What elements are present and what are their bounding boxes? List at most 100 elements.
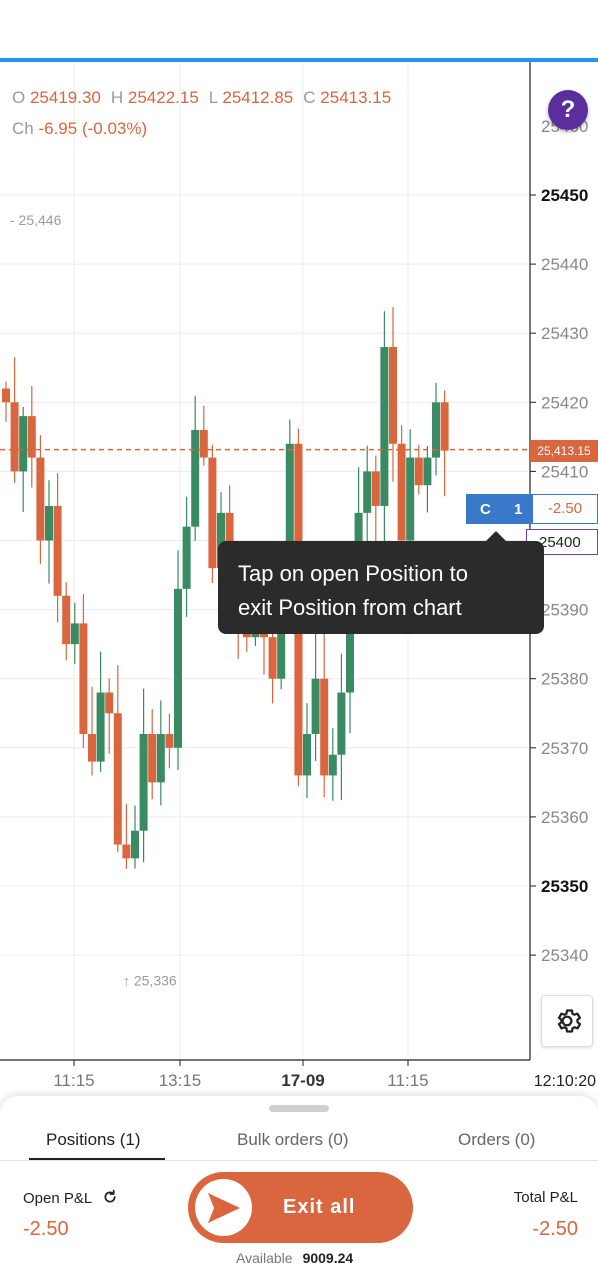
tooltip-arrow <box>486 531 506 541</box>
candle-body-37 <box>320 678 329 776</box>
tab-divider <box>0 1160 598 1161</box>
candle-body-14 <box>122 844 131 859</box>
change-readout: Ch -6.95 (-0.03%) <box>12 119 147 139</box>
sheet-drag-handle[interactable] <box>269 1105 329 1112</box>
candle-body-45 <box>389 347 397 444</box>
chart-settings-button[interactable] <box>541 995 593 1047</box>
time-label: 12:10:20 <box>534 1073 596 1090</box>
x-tick-label-0: 11:15 <box>53 1071 94 1090</box>
high-marker-label: - 25,446 <box>10 212 62 228</box>
candle-body-39 <box>337 692 346 755</box>
change-label: Ch <box>12 119 34 138</box>
ohlc-readout: O 25419.30 H 25422.15 L 25412.85 C 25413.15 <box>12 88 401 108</box>
y-tick-label-4: 25410 <box>541 462 588 481</box>
low-label: L <box>208 88 218 107</box>
exit-all-label: Exit all <box>283 1196 356 1218</box>
tab-bulk-orders[interactable]: Bulk orders (0) <box>237 1130 348 1150</box>
current-price-tag: 25,413.15 <box>530 440 598 462</box>
candle-body-51 <box>440 402 449 451</box>
candle-body-1 <box>10 402 19 472</box>
gear-icon <box>557 1009 582 1033</box>
low-value: 25412.85 <box>222 88 294 107</box>
candle-body-24 <box>208 457 217 569</box>
candle-body-0 <box>2 388 10 403</box>
onboarding-tooltip[interactable]: Tap on open Position to exit Position fr… <box>218 531 544 634</box>
candle-body-20 <box>174 588 182 748</box>
total-pnl-label: Total P&L <box>513 1189 578 1206</box>
candle-body-43 <box>371 471 380 506</box>
candle-body-38 <box>328 754 337 776</box>
refresh-icon[interactable] <box>102 1189 118 1205</box>
send-arrow-icon <box>208 1193 240 1223</box>
candle-body-4 <box>36 457 45 541</box>
candle-body-17 <box>148 733 157 783</box>
y-tick-label-7: 25380 <box>541 670 588 689</box>
candle-body-13 <box>113 713 122 845</box>
candle-body-49 <box>423 457 432 486</box>
position-pnl: -2.50 <box>532 494 598 524</box>
y-tick-label-0: 25450 <box>541 186 588 205</box>
position-qty: 1 <box>514 501 523 518</box>
candle-body-2 <box>19 416 28 472</box>
candle-body-9 <box>79 623 88 734</box>
candle-body-18 <box>156 733 165 783</box>
total-pnl-value: -2.50 <box>532 1218 578 1240</box>
candle-body-22 <box>191 429 200 527</box>
candle-body-10 <box>88 733 96 762</box>
available-value: 9009.24 <box>302 1250 354 1266</box>
help-button[interactable]: ? <box>548 90 588 130</box>
open-pnl-label: Open P&L <box>23 1189 118 1207</box>
tab-orders[interactable]: Orders (0) <box>458 1130 535 1150</box>
y-tick-label-2: 25430 <box>541 324 588 343</box>
high-label: H <box>110 88 124 107</box>
candle-body-12 <box>105 692 114 714</box>
candle-body-8 <box>70 623 79 645</box>
candle-body-36 <box>311 678 320 734</box>
tab-positions[interactable]: Positions (1) <box>46 1130 140 1150</box>
y-tick-label-11: 25340 <box>541 946 588 965</box>
low-marker-label: ↑ 25,336 <box>123 972 177 988</box>
position-marker[interactable]: C 1 -2.50 <box>466 494 598 524</box>
exit-slider-knob[interactable] <box>195 1179 252 1236</box>
available-label: Available <box>236 1250 293 1266</box>
candle-body-23 <box>199 429 208 458</box>
x-tick-label-2: 17-09 <box>281 1071 324 1090</box>
y-tick-label-3: 25420 <box>541 393 588 412</box>
tooltip-line-2: exit Position from chart <box>238 595 462 620</box>
tooltip-line-1: Tap on open Position to <box>238 561 468 586</box>
candle-body-21 <box>182 526 191 589</box>
app-top-bar <box>0 0 598 58</box>
x-tick-label-1: 13:15 <box>159 1071 202 1090</box>
y-tick-label-9: 25360 <box>541 808 588 827</box>
x-tick-label-3: 11:15 <box>387 1071 428 1090</box>
candle-body-16 <box>139 733 148 831</box>
candle-body-7 <box>62 595 71 645</box>
close-value: 25413.15 <box>320 88 392 107</box>
available-balance: Available 9009.24 <box>236 1250 353 1266</box>
help-icon: ? <box>560 96 576 123</box>
candle-body-19 <box>165 733 174 748</box>
exit-all-button[interactable]: Exit all <box>188 1172 413 1243</box>
close-label: C <box>303 88 316 107</box>
close-position-label: C <box>480 501 491 518</box>
position-close-button[interactable]: C 1 <box>466 494 532 524</box>
candle-body-35 <box>303 733 311 776</box>
y-tick-label-8: 25370 <box>541 739 588 758</box>
candle-body-11 <box>96 692 105 762</box>
candle-body-42 <box>363 471 372 513</box>
open-pnl-text: Open P&L <box>23 1190 92 1207</box>
open-value: 25419.30 <box>29 88 101 107</box>
y-tick-label-1: 25440 <box>541 255 588 274</box>
change-value: -6.95 (-0.03%) <box>38 119 148 138</box>
open-label: O <box>12 88 26 107</box>
high-value: 25422.15 <box>127 88 199 107</box>
candle-body-48 <box>414 457 423 486</box>
y-tick-label-10: 25350 <box>541 877 588 896</box>
open-pnl-value: -2.50 <box>23 1218 69 1240</box>
candle-body-44 <box>380 347 389 506</box>
candle-body-3 <box>27 416 36 458</box>
candle-body-47 <box>406 457 415 541</box>
candle-body-31 <box>268 637 277 679</box>
y-tick-label-6: 25390 <box>541 601 588 620</box>
candle-body-15 <box>131 830 139 859</box>
